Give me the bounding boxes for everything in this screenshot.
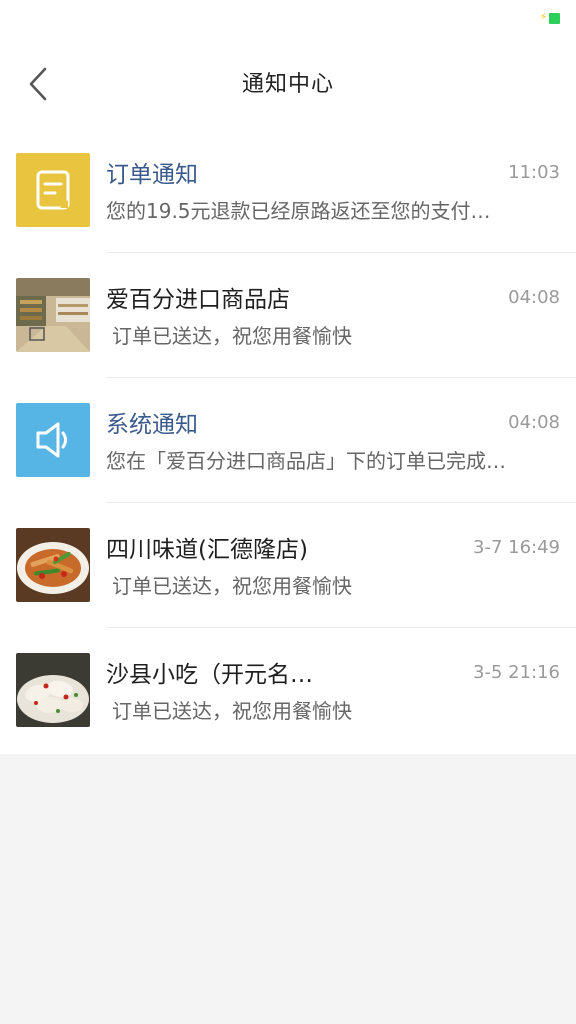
notification-list: 订单通知 11:03 您的19.5元退款已经原路返还至您的支付… 爱百分进口商品… xyxy=(0,128,576,754)
notification-title: 爱百分进口商品店 xyxy=(106,287,290,313)
notification-time: 3-5 21:16 xyxy=(473,662,560,683)
notification-title: 系统通知 xyxy=(106,412,198,438)
notification-title: 四川味道(汇德隆店) xyxy=(106,537,308,563)
notification-time: 3-7 16:49 xyxy=(473,537,560,558)
notification-message: 订单已送达，祝您用餐愉快 xyxy=(112,574,352,598)
navigation-bar: 通知中心 xyxy=(0,40,576,128)
battery-indicator: ⚡ xyxy=(540,12,560,24)
notification-row-restaurant[interactable]: 四川味道(汇德隆店) 3-7 16:49 订单已送达，祝您用餐愉快 xyxy=(0,503,576,628)
notification-message: 您在「爱百分进口商品店」下的订单已完成… xyxy=(106,449,506,473)
store-photo xyxy=(16,278,90,352)
dumpling-photo xyxy=(16,653,90,727)
page-title: 通知中心 xyxy=(241,72,334,97)
notification-time: 04:08 xyxy=(508,287,560,308)
speaker-icon xyxy=(16,403,90,477)
notification-time: 04:08 xyxy=(508,412,560,433)
order-note-icon xyxy=(16,153,90,227)
notification-message: 订单已送达，祝您用餐愉快 xyxy=(112,324,352,348)
food-photo xyxy=(16,528,90,602)
lightning-bolt-icon: ⚡ xyxy=(540,12,548,23)
status-bar: ⚡ xyxy=(0,0,576,40)
notification-message: 您的19.5元退款已经原路返还至您的支付… xyxy=(106,199,491,223)
notification-row-snacks[interactable]: 沙县小吃（开元名… 3-5 21:16 订单已送达，祝您用餐愉快 xyxy=(0,628,576,753)
notification-title: 订单通知 xyxy=(106,162,198,188)
notification-message: 订单已送达，祝您用餐愉快 xyxy=(112,699,352,723)
notification-row-store[interactable]: 爱百分进口商品店 04:08 订单已送达，祝您用餐愉快 xyxy=(0,253,576,378)
notification-title: 沙县小吃（开元名… xyxy=(106,662,313,688)
notification-center-screen: ⚡ 通知中心 订单通知 11:03 您的19.5元退款已经原路返还至您的支付… … xyxy=(0,0,576,1024)
battery-icon xyxy=(549,12,560,24)
notification-row-system[interactable]: 系统通知 04:08 您在「爱百分进口商品店」下的订单已完成… xyxy=(0,378,576,503)
notification-time: 11:03 xyxy=(508,162,560,183)
notification-row-order[interactable]: 订单通知 11:03 您的19.5元退款已经原路返还至您的支付… xyxy=(0,128,576,253)
